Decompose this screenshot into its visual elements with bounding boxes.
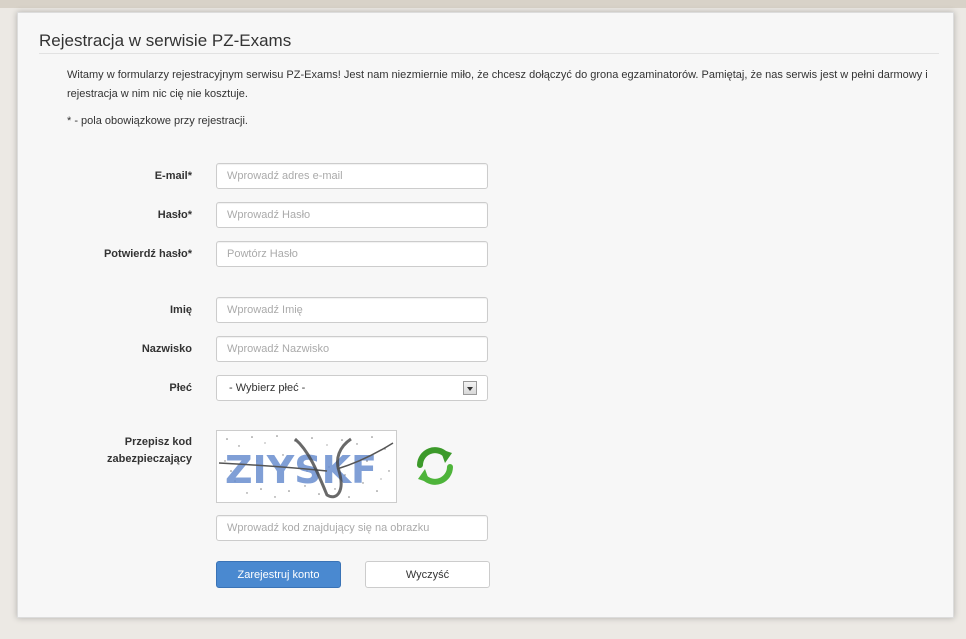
captcha-field[interactable] [216, 515, 488, 541]
page-title: Rejestracja w serwisie PZ-Exams [39, 31, 292, 50]
clear-button[interactable]: Wyczyść [365, 561, 490, 588]
intro-text: Witamy w formularzy rejestracyjnym serwi… [67, 69, 928, 100]
dropdown-arrow-icon[interactable] [463, 381, 477, 395]
gender-label: Płeć [169, 382, 192, 394]
captcha-label-line2: zabezpieczający [107, 453, 192, 465]
captcha-label: Przepisz kod zabezpieczający [67, 434, 192, 468]
gender-selected-value: - Wybierz płeć - [229, 382, 306, 394]
captcha-code-text: ZIYSKF [225, 448, 375, 492]
register-button[interactable]: Zarejestruj konto [216, 561, 341, 588]
gender-select[interactable]: - Wybierz płeć - [216, 375, 488, 401]
first-name-field[interactable] [216, 297, 488, 323]
confirm-password-label: Potwierdź hasło* [103, 248, 192, 260]
password-field[interactable] [216, 202, 488, 228]
required-note: * - pola obowiązkowe przy rejestracji. [67, 115, 248, 127]
refresh-icon [417, 447, 453, 485]
email-label: E-mail* [154, 170, 192, 182]
page-background [0, 0, 966, 8]
last-name-field[interactable] [216, 336, 488, 362]
title-divider [39, 53, 939, 54]
email-field[interactable] [216, 163, 488, 189]
registration-panel: Rejestracja w serwisie PZ-Exams Witamy w… [17, 12, 954, 618]
password-label: Hasło* [157, 209, 192, 221]
captcha-label-line1: Przepisz kod [124, 436, 192, 448]
last-name-label: Nazwisko [141, 343, 192, 355]
first-name-label: Imię [169, 304, 192, 316]
refresh-captcha-button[interactable] [414, 445, 456, 487]
captcha-graphic: ZIYSKF [218, 435, 394, 499]
confirm-password-field[interactable] [216, 241, 488, 267]
captcha-image: ZIYSKF [216, 430, 397, 503]
